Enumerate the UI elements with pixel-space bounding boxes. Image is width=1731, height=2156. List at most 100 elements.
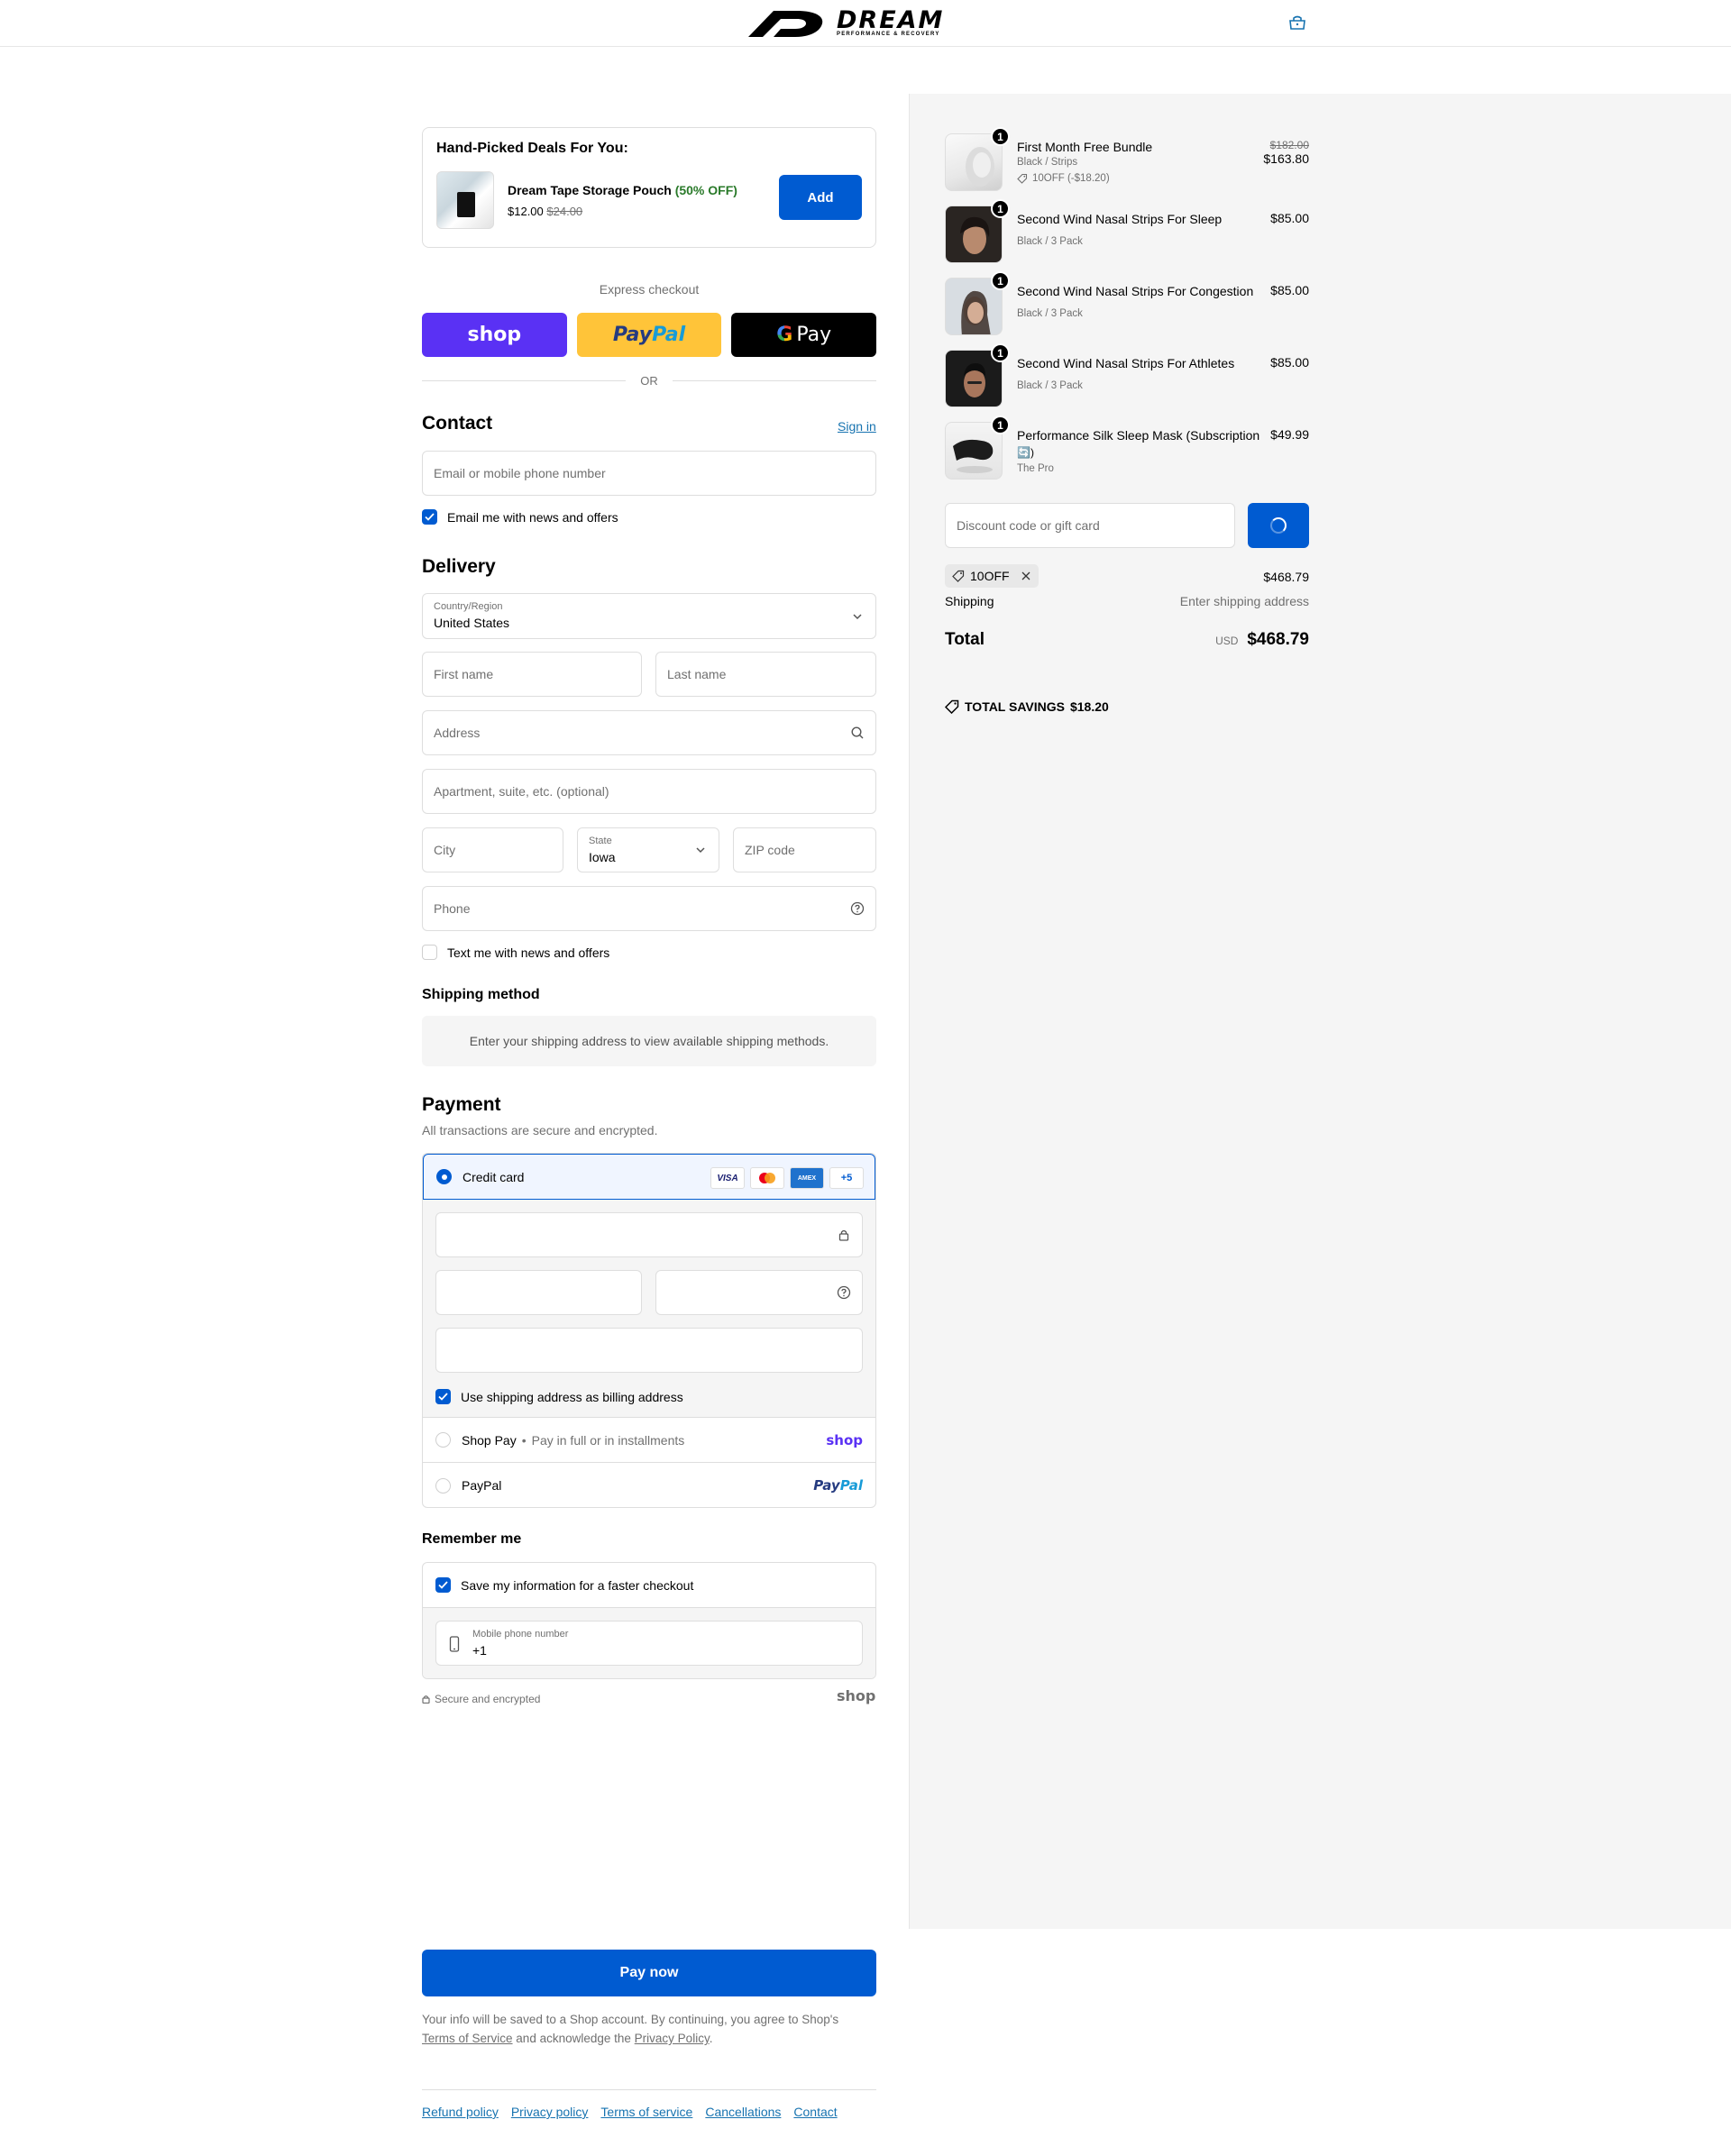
save-info-checkbox[interactable]: Save my information for a faster checkou… [423,1563,875,1608]
checkbox-checked-icon [435,1389,451,1404]
cancellations-link[interactable]: Cancellations [705,2105,781,2119]
shop-pay-logo: shop [826,1431,863,1448]
state-select[interactable]: State Iowa [577,827,719,872]
quantity-badge: 1 [991,416,1010,434]
item-variant: Black / 3 Pack [1017,380,1083,391]
line-item: 1 Second Wind Nasal Strips For Congestio… [945,271,1309,335]
chevron-down-icon [696,847,705,854]
last-name-field[interactable]: Last name [655,652,876,697]
chevron-down-icon [853,613,862,619]
deal-product-name: Dream Tape Storage Pouch [508,182,672,197]
express-checkout-label: Express checkout [599,282,700,297]
quantity-badge: 1 [991,199,1010,218]
item-variant: Black / Strips [1017,157,1078,168]
quantity-badge: 1 [991,343,1010,362]
remember-me-title: Remember me [422,1531,522,1547]
shipping-method-title: Shipping method [422,987,540,1002]
refresh-icon: 🔄) [1017,446,1034,459]
deals-title: Hand-Picked Deals For You: [436,141,628,156]
shop-privacy-link[interactable]: Privacy Policy [635,2032,710,2045]
item-price: $85.00 [1270,283,1309,297]
logo-tagline: PERFORMANCE & RECOVERY [837,32,940,37]
item-price: $49.99 [1270,427,1309,442]
paypal-logo: PayPal [813,1477,863,1494]
billing-same-checkbox[interactable]: Use shipping address as billing address [435,1389,683,1404]
lock-icon [422,1695,430,1704]
card-cvv-field[interactable] [655,1270,863,1315]
email-field[interactable]: Email or mobile phone number [422,451,876,496]
country-select[interactable]: Country/Region United States [422,593,876,639]
item-variant: Black / 3 Pack [1017,236,1083,247]
help-circle-icon[interactable] [850,901,865,916]
card-expiry-field[interactable] [435,1270,642,1315]
address-field[interactable]: Address [422,710,876,755]
item-name: First Month Free Bundle [1017,140,1153,154]
line-item: 1 Second Wind Nasal Strips For Athletes … [945,343,1309,407]
total-currency: USD [1215,635,1239,647]
item-discount: 10OFF (-$18.20) [1017,173,1110,184]
refund-policy-link[interactable]: Refund policy [422,2105,499,2119]
deal-add-button[interactable]: Add [779,175,862,220]
legal-text: Your info will be saved to a Shop accoun… [422,2013,839,2045]
checkbox-checked-icon [435,1577,451,1593]
paypal-express-button[interactable]: Pay Pal [576,313,722,357]
shipping-method-notice: Enter your shipping address to view avai… [422,1016,876,1066]
item-price: $182.00 $163.80 [1263,139,1309,166]
email-news-checkbox[interactable]: Email me with news and offers [422,509,618,525]
shop-terms-link[interactable]: Terms of Service [422,2032,513,2045]
line-item: 1 First Month Free Bundle Black / Strips… [945,127,1309,191]
item-name: Second Wind Nasal Strips For Sleep [1017,212,1223,226]
tag-icon [1017,173,1028,184]
amex-icon: AMEX [790,1167,824,1189]
delivery-title: Delivery [422,556,496,577]
footer-links: Refund policy Privacy policy Terms of se… [422,2105,838,2119]
mobile-phone-icon [449,1636,460,1652]
subtotal-value: $468.79 [1263,570,1309,584]
first-name-field[interactable]: First name [422,652,642,697]
more-cards-badge: +5 [829,1167,864,1189]
contact-title: Contact [422,413,493,434]
dream-logo[interactable]: DREAM PERFORMANCE & RECOVERY [746,7,944,38]
google-g-icon: G [776,324,793,346]
terms-of-service-link[interactable]: Terms of service [600,2105,692,2119]
cart-bag-icon[interactable] [1287,14,1307,31]
total-row: Total USD $468.79 [945,630,1309,650]
privacy-policy-link[interactable]: Privacy policy [511,2105,589,2119]
total-value: $468.79 [1247,630,1309,649]
google-pay-express-button[interactable]: G Pay [731,313,877,357]
shipping-value: Enter shipping address [1179,594,1309,608]
radio-selected-icon [436,1169,452,1184]
shop-pay-express-button[interactable]: shop [422,313,567,357]
shop-pay-option[interactable]: Shop Pay • Pay in full or in installment… [423,1418,875,1463]
contact-link[interactable]: Contact [793,2105,837,2119]
express-checkout-buttons: shop Pay Pal G Pay [422,313,877,357]
quantity-badge: 1 [991,127,1010,146]
card-name-field[interactable] [435,1328,863,1373]
apply-discount-button[interactable] [1248,503,1309,548]
text-news-checkbox[interactable]: Text me with news and offers [422,945,609,960]
payment-title: Payment [422,1094,501,1115]
discount-code-field[interactable]: Discount code or gift card [945,503,1235,548]
phone-field[interactable]: Phone [422,886,876,931]
sign-in-link[interactable]: Sign in [838,419,876,434]
item-name: Performance Silk Sleep Mask (Subscriptio… [1017,428,1260,459]
line-item: 1 Second Wind Nasal Strips For Sleep Bla… [945,199,1309,263]
apartment-field[interactable]: Apartment, suite, etc. (optional) [422,769,876,814]
city-field[interactable]: City [422,827,563,872]
mobile-phone-field[interactable]: Mobile phone number +1 [435,1621,863,1666]
zip-field[interactable]: ZIP code [733,827,876,872]
item-compare-price: $182.00 [1269,139,1309,151]
remember-me-box: Save my information for a faster checkou… [422,1562,876,1679]
quantity-badge: 1 [991,271,1010,290]
checkbox-checked-icon [422,509,437,525]
card-number-field[interactable] [435,1212,863,1257]
help-circle-icon[interactable] [837,1285,851,1300]
mastercard-icon [750,1167,784,1189]
deal-price: $12.00 [508,204,544,218]
credit-card-option[interactable]: Credit card VISA AMEX +5 [423,1154,875,1200]
paypal-option[interactable]: PayPal PayPal [423,1463,875,1507]
pay-now-button[interactable]: Pay now [422,1950,876,1996]
item-name: Second Wind Nasal Strips For Congestion [1017,284,1254,298]
header: DREAM PERFORMANCE & RECOVERY [0,0,1731,47]
line-item: 1 Performance Silk Sleep Mask (Subscript… [945,416,1309,480]
